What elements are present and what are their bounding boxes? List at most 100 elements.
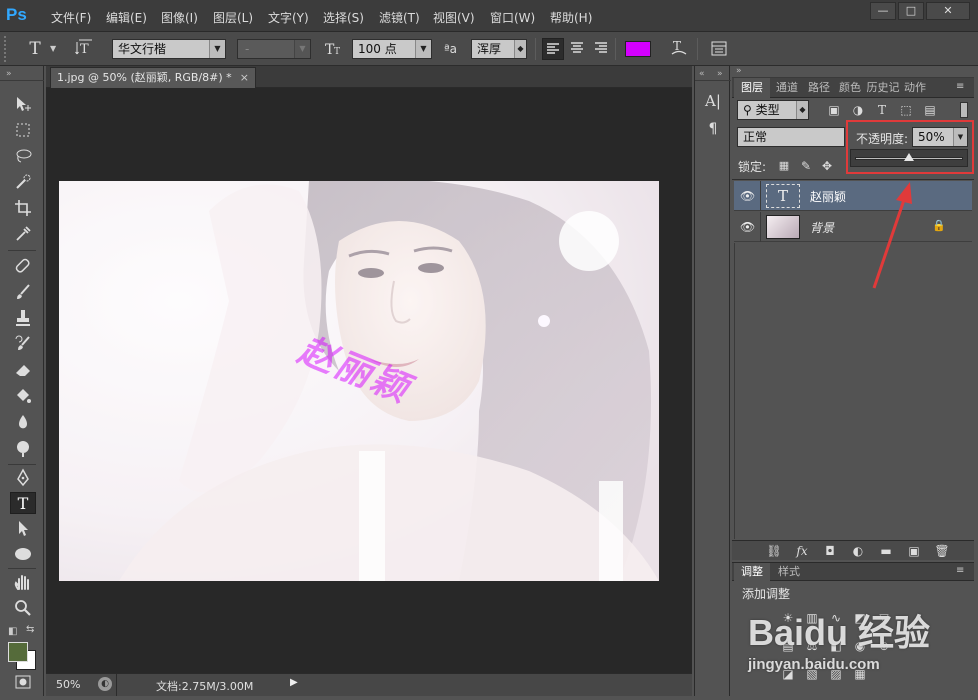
hand-tool-icon[interactable]	[10, 572, 36, 594]
panel-menu-icon[interactable]: ≡	[956, 81, 964, 92]
tab-paths[interactable]: 路径	[804, 78, 834, 98]
tab-color[interactable]: 颜色	[835, 78, 865, 98]
menu-layer[interactable]: 图层(L)	[213, 9, 253, 26]
add-mask-icon[interactable]: ◘	[820, 542, 840, 560]
collapsed-panels: « » A| ¶	[694, 66, 731, 696]
swap-colors-icon[interactable]: ⇆	[26, 624, 34, 635]
status-menu-arrow-icon[interactable]: ▶	[290, 677, 298, 688]
filter-smart-object-icon[interactable]: ▤	[920, 101, 940, 119]
align-right-icon[interactable]	[590, 38, 612, 60]
font-style-select[interactable]: - ▼	[237, 39, 311, 59]
menu-image[interactable]: 图像(I)	[161, 9, 198, 26]
lasso-tool-icon[interactable]	[10, 146, 36, 168]
document-image[interactable]: 赵丽颖	[59, 181, 659, 581]
pen-tool-icon[interactable]	[10, 468, 36, 490]
marquee-tool-icon[interactable]	[10, 120, 36, 142]
collapse-dock-icon[interactable]: »	[736, 66, 742, 76]
default-colors-icon[interactable]: ◧	[8, 626, 17, 637]
menu-file[interactable]: 文件(F)	[51, 9, 91, 26]
blur-tool-icon[interactable]	[10, 412, 36, 434]
layer-row-background[interactable]: 👁 背景 🔒	[734, 212, 972, 242]
tab-styles[interactable]: 样式	[772, 563, 806, 581]
font-family-select[interactable]: 华文行楷 ▼	[112, 39, 226, 59]
new-adjustment-icon[interactable]: ◐	[848, 542, 868, 560]
menu-help[interactable]: 帮助(H)	[550, 9, 592, 26]
panel-menu-icon[interactable]: ≡	[956, 565, 964, 576]
close-window-button[interactable]: ✕	[926, 2, 970, 20]
maximize-button[interactable]: □	[898, 2, 924, 20]
warp-text-icon[interactable]: T	[668, 38, 690, 60]
filter-pixel-icon[interactable]: ▣	[824, 101, 844, 119]
paragraph-panel-icon[interactable]: ¶	[703, 120, 723, 138]
menu-select[interactable]: 选择(S)	[323, 9, 364, 26]
lock-position-icon[interactable]: ✥	[817, 157, 837, 175]
move-tool-icon[interactable]	[10, 94, 36, 116]
align-left-icon[interactable]	[542, 38, 564, 60]
layer-name[interactable]: 赵丽颖	[810, 188, 846, 205]
foreground-color-swatch[interactable]	[8, 642, 28, 662]
layer-style-fx-icon[interactable]: fx	[792, 542, 812, 560]
type-tool-icon[interactable]: T	[10, 492, 36, 514]
filter-shape-icon[interactable]: ⬚	[896, 101, 916, 119]
font-size-select[interactable]: 100 点 ▼	[352, 39, 432, 59]
canvas-area[interactable]: 赵丽颖	[46, 88, 692, 673]
menu-edit[interactable]: 编辑(E)	[106, 9, 147, 26]
ellipse-tool-icon[interactable]	[10, 544, 36, 566]
clone-stamp-tool-icon[interactable]	[10, 308, 36, 330]
tab-adjustments[interactable]: 调整	[734, 563, 770, 581]
zoom-level[interactable]: 50%	[56, 678, 80, 691]
share-icon[interactable]: ◐	[98, 677, 112, 691]
zoom-tool-icon[interactable]	[10, 598, 36, 620]
filter-type-icon[interactable]: T	[872, 101, 892, 119]
document-tab[interactable]: 1.jpg @ 50% (赵丽颖, RGB/8#) * ×	[50, 67, 256, 88]
eraser-tool-icon[interactable]	[10, 360, 36, 382]
collapse-panels-icon[interactable]: »	[717, 69, 723, 79]
collapse-toolbox-icon[interactable]: »	[6, 69, 12, 79]
delete-layer-icon[interactable]: 🗑	[932, 542, 952, 560]
crop-tool-icon[interactable]	[10, 198, 36, 220]
dodge-tool-icon[interactable]	[10, 438, 36, 460]
lock-pixels-icon[interactable]: ✎	[796, 157, 816, 175]
paint-bucket-tool-icon[interactable]	[10, 386, 36, 408]
layer-name[interactable]: 背景	[810, 219, 834, 236]
menu-type[interactable]: 文字(Y)	[268, 9, 309, 26]
minimize-button[interactable]: —	[870, 2, 896, 20]
healing-brush-tool-icon[interactable]	[10, 256, 36, 278]
anti-alias-select[interactable]: 浑厚 ◆	[471, 39, 527, 59]
preset-chevron-down-icon[interactable]: ▼	[50, 44, 56, 53]
link-layers-icon[interactable]: ⛓	[764, 542, 784, 560]
menu-filter[interactable]: 滤镜(T)	[379, 9, 420, 26]
eyedropper-tool-icon[interactable]	[10, 224, 36, 246]
close-tab-icon[interactable]: ×	[240, 68, 249, 87]
filter-adjustment-icon[interactable]: ◑	[848, 101, 868, 119]
divider	[8, 568, 36, 569]
visibility-eye-icon[interactable]: 👁	[740, 220, 755, 234]
blend-mode-select[interactable]: 正常	[737, 127, 845, 147]
brush-tool-icon[interactable]	[10, 282, 36, 304]
anti-alias-icon: ªa	[444, 42, 458, 56]
lock-transparency-icon[interactable]: ▦	[774, 157, 794, 175]
path-selection-tool-icon[interactable]	[10, 518, 36, 540]
character-panel-toggle-icon[interactable]	[708, 38, 730, 60]
quick-mask-icon[interactable]	[10, 672, 36, 694]
new-group-icon[interactable]: ▬	[876, 542, 896, 560]
type-tool-preset-icon[interactable]: T	[24, 38, 46, 60]
character-panel-icon[interactable]: A|	[703, 92, 723, 110]
new-layer-icon[interactable]: ▣	[904, 542, 924, 560]
tab-history[interactable]: 历史记	[866, 78, 900, 98]
tab-layers[interactable]: 图层	[734, 78, 770, 98]
text-color-swatch[interactable]	[625, 41, 651, 57]
history-brush-tool-icon[interactable]	[10, 334, 36, 356]
tab-channels[interactable]: 通道	[772, 78, 802, 98]
tab-actions[interactable]: 动作	[900, 78, 930, 98]
filter-toggle-switch[interactable]	[960, 102, 968, 118]
menu-view[interactable]: 视图(V)	[433, 9, 475, 26]
expand-panels-icon[interactable]: «	[699, 69, 705, 79]
visibility-eye-icon[interactable]: 👁	[740, 189, 755, 203]
align-center-icon[interactable]	[566, 38, 588, 60]
layer-row-text[interactable]: 👁 T 赵丽颖	[734, 181, 972, 211]
menu-window[interactable]: 窗口(W)	[490, 9, 535, 26]
filter-kind-select[interactable]: ⚲ 类型 ◆	[737, 100, 809, 120]
quick-selection-tool-icon[interactable]	[10, 172, 36, 194]
toggle-orientation-icon[interactable]: T	[74, 38, 96, 60]
